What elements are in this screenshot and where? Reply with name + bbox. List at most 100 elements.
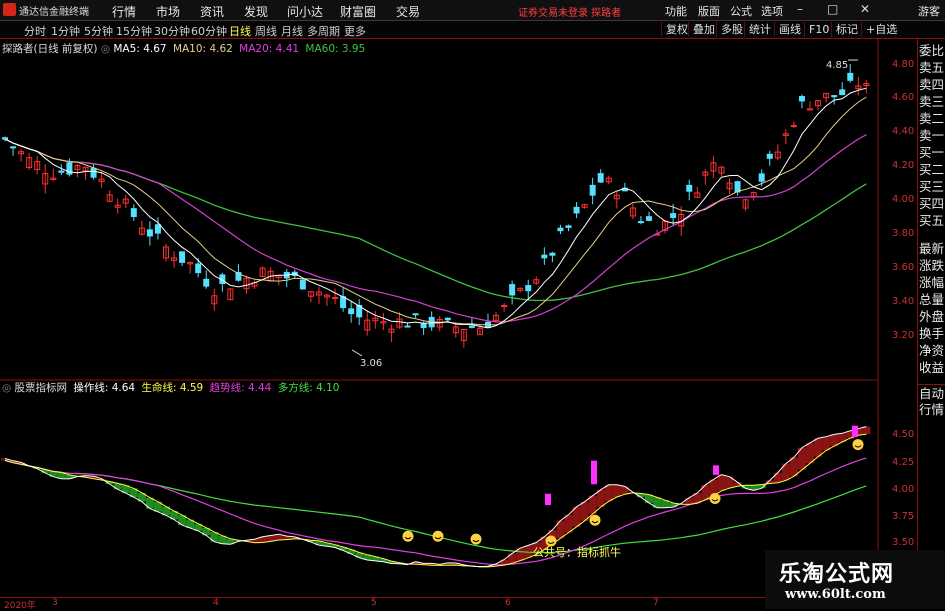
candle-body	[686, 184, 693, 192]
x-tick: 6	[505, 598, 511, 608]
period-toolbar: 分时 1分钟 5分钟 15分钟 30分钟 60分钟 日线 周线 月线 多周期 更…	[0, 21, 945, 39]
side-weibi[interactable]: 委比	[918, 42, 945, 59]
y-tick: 3.20	[892, 330, 915, 341]
side-volume[interactable]: 总量	[918, 291, 945, 308]
smiley-icon	[470, 533, 482, 545]
smiley-icon	[709, 492, 721, 504]
candle-body	[839, 89, 846, 96]
candle-body	[420, 323, 427, 329]
menu-hangqing[interactable]: 行情	[112, 3, 136, 20]
side-sell3[interactable]: 卖三	[918, 93, 945, 110]
tab-fenshi[interactable]: 分时	[24, 23, 46, 39]
tab-60min[interactable]: 60分钟	[191, 23, 227, 39]
menu-gongshi[interactable]: 公式	[730, 3, 752, 19]
menu-faxian[interactable]: 发现	[244, 3, 268, 20]
btn-biaoji[interactable]: 标记	[831, 22, 862, 37]
menu-wenxiaoda[interactable]: 问小达	[287, 3, 323, 20]
side-auto[interactable]: 自动	[918, 384, 945, 402]
x-tick: 2020年	[4, 601, 36, 611]
tab-5min[interactable]: 5分钟	[84, 23, 113, 39]
candle-body	[179, 251, 186, 263]
side-buy4[interactable]: 买四	[918, 195, 945, 212]
menu-xuanxiang[interactable]: 选项	[761, 3, 783, 19]
btn-duogu[interactable]: 多股	[716, 22, 747, 37]
close-button[interactable]: ✕	[860, 2, 870, 16]
candle-body	[670, 213, 677, 219]
candle-body	[790, 125, 797, 128]
signal-bar	[713, 465, 719, 475]
candle-body	[509, 284, 516, 296]
side-sell4[interactable]: 卖四	[918, 76, 945, 93]
side-buy3[interactable]: 买三	[918, 178, 945, 195]
side-quote[interactable]: 行情	[918, 401, 945, 418]
y-tick: 4.20	[892, 160, 915, 171]
side-buy1[interactable]: 买一	[918, 144, 945, 161]
tab-monthly[interactable]: 月线	[281, 23, 303, 39]
login-notice[interactable]: 证券交易未登录 探路者	[518, 4, 621, 19]
indicator-annotation: 公共号：指标抓牛	[533, 546, 621, 559]
side-sell2[interactable]: 卖二	[918, 110, 945, 127]
y-tick: 4.80	[892, 59, 915, 70]
side-buy2[interactable]: 买二	[918, 161, 945, 178]
candle-body	[130, 208, 137, 218]
sub-y-tick: 3.75	[892, 511, 915, 522]
tab-15min[interactable]: 15分钟	[116, 23, 152, 39]
btn-diejia[interactable]: 叠加	[688, 22, 719, 37]
menu-shichang[interactable]: 市场	[156, 3, 180, 20]
candle-body	[404, 325, 411, 328]
x-tick: 4	[213, 598, 219, 608]
signal-bar	[591, 460, 597, 485]
kline-chart[interactable]	[0, 39, 880, 609]
candle-body	[146, 229, 153, 237]
tab-more[interactable]: 更多	[344, 23, 366, 39]
btn-huaxian[interactable]: 画线	[774, 22, 805, 37]
side-turnover[interactable]: 换手	[918, 325, 945, 342]
side-earnings[interactable]: 收益	[918, 359, 945, 376]
btn-f10[interactable]: F10	[804, 22, 833, 37]
title-bar: 通达信金融终端 行情 市场 资讯 发现 问小达 财富圈 交易 证券交易未登录 探…	[0, 0, 945, 21]
sub-y-tick: 4.25	[892, 457, 915, 468]
menu-zixun[interactable]: 资讯	[200, 3, 224, 20]
candle-body	[90, 167, 97, 178]
menu-caifuquan[interactable]: 财富圈	[340, 3, 376, 20]
candle-body	[2, 137, 8, 140]
side-buy5[interactable]: 买五	[918, 212, 945, 229]
candle-body	[557, 227, 564, 232]
tab-30min[interactable]: 30分钟	[154, 23, 190, 39]
sub-y-tick: 4.00	[892, 484, 915, 495]
side-latest[interactable]: 最新	[918, 240, 945, 257]
candle-body	[758, 173, 765, 182]
tab-1min[interactable]: 1分钟	[51, 23, 80, 39]
side-sell1[interactable]: 卖一	[918, 127, 945, 144]
menu-gongneng[interactable]: 功能	[665, 3, 687, 19]
high-price-label: 4.85	[826, 60, 849, 71]
candle-body	[501, 305, 508, 308]
menu-jiaoyi[interactable]: 交易	[396, 3, 420, 20]
candle-body	[831, 95, 838, 98]
candle-body	[589, 184, 596, 196]
candle-body	[203, 278, 210, 287]
maximize-button[interactable]: □	[827, 2, 838, 16]
candle-body	[468, 325, 475, 328]
tab-multi-period[interactable]: 多周期	[307, 23, 340, 39]
guest-label[interactable]: 游客	[918, 3, 940, 19]
side-net-assets[interactable]: 净资	[918, 342, 945, 359]
watermark: 乐淘公式网 www.60lt.com	[765, 550, 945, 609]
candle-body	[444, 317, 451, 321]
side-change-pct[interactable]: 涨幅	[918, 274, 945, 291]
menu-banmian[interactable]: 版面	[698, 3, 720, 19]
side-change[interactable]: 涨跌	[918, 257, 945, 274]
y-tick: 3.60	[892, 262, 915, 273]
minimize-button[interactable]: –	[797, 2, 803, 16]
side-sell5[interactable]: 卖五	[918, 59, 945, 76]
x-tick: 7	[653, 598, 659, 608]
tab-daily[interactable]: 日线	[229, 23, 251, 39]
candle-body	[597, 173, 604, 183]
btn-add-watchlist[interactable]: +自选	[861, 22, 901, 37]
tab-weekly[interactable]: 周线	[255, 23, 277, 39]
y-tick: 4.00	[892, 194, 915, 205]
side-outer[interactable]: 外盘	[918, 308, 945, 325]
sub-y-tick: 3.50	[892, 537, 915, 548]
btn-tongji[interactable]: 统计	[744, 22, 775, 37]
candle-body	[299, 279, 306, 290]
